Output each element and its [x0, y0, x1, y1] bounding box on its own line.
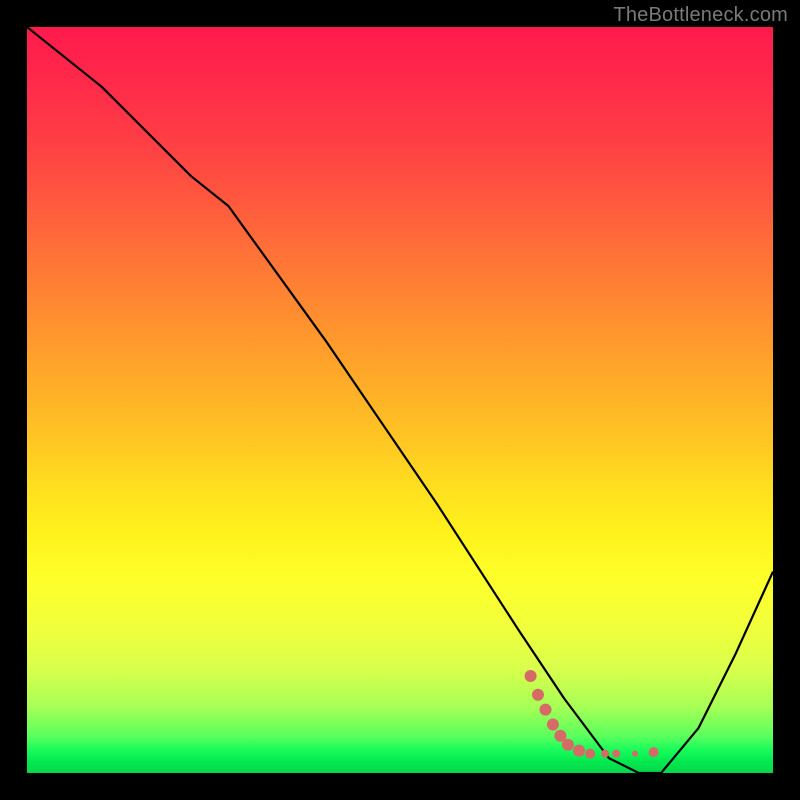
marker-point [562, 739, 574, 751]
marker-point [547, 719, 559, 731]
marker-point [585, 749, 595, 759]
bottleneck-curve [27, 27, 773, 773]
marker-point [632, 751, 638, 757]
marker-point [573, 745, 585, 757]
marker-points-group [525, 670, 659, 759]
marker-point [649, 747, 659, 757]
marker-point [532, 689, 544, 701]
plot-svg [27, 27, 773, 773]
marker-point [601, 750, 609, 758]
plot-area [27, 27, 773, 773]
chart-container: TheBottleneck.com [0, 0, 800, 800]
marker-point [525, 670, 537, 682]
marker-point [612, 750, 620, 758]
marker-point [540, 704, 552, 716]
watermark-text: TheBottleneck.com [613, 4, 788, 27]
